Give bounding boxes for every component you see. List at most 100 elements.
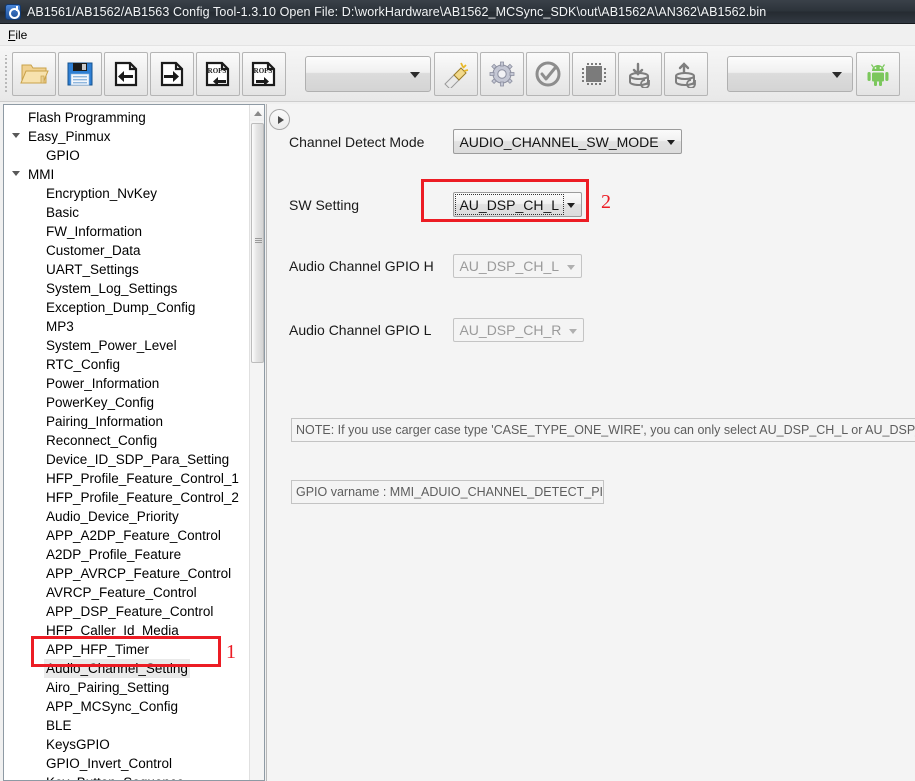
menu-item-file[interactable]: File [0, 26, 34, 44]
tree-item-avrcp-feature-control[interactable]: AVRCP_Feature_Control [4, 583, 250, 602]
tree-scroll-thumb[interactable] [251, 123, 264, 363]
tree-item-label: APP_DSP_Feature_Control [46, 604, 214, 619]
config-tree: Flash Programming Easy_Pinmux GPIO MMI Encry… [4, 105, 250, 780]
tree-item-label: RTC_Config [46, 357, 121, 372]
tree-item-pairing-information[interactable]: Pairing_Information [4, 412, 250, 431]
gear-icon [489, 61, 515, 86]
tree-item-gpio-invert-control[interactable]: GPIO_Invert_Control [4, 754, 250, 773]
tree-item-rtc-config[interactable]: RTC_Config [4, 355, 250, 374]
tree-item-label: System_Power_Level [46, 338, 177, 353]
tree-item-fw-information[interactable]: FW_Information [4, 222, 250, 241]
timer-button[interactable] [526, 51, 570, 96]
tree-item-label: System_Log_Settings [46, 281, 178, 296]
port-select[interactable] [305, 55, 431, 92]
export-button[interactable] [150, 51, 194, 96]
tree-item-encryption-nvkey[interactable]: Encryption_NvKey [4, 184, 250, 203]
tree-item-label: Customer_Data [46, 243, 141, 258]
expand-panel-button[interactable] [269, 109, 290, 130]
annotation-number-1: 1 [226, 641, 236, 663]
tree-item-label: APP_AVRCP_Feature_Control [46, 566, 232, 581]
tree-item-customer-data[interactable]: Customer_Data [4, 241, 250, 260]
tree-item-label: GPIO [46, 148, 80, 163]
settings-button[interactable] [480, 51, 524, 96]
open-file-button[interactable] [12, 51, 56, 96]
tree-item-label: Power_Information [46, 376, 160, 391]
window-title: AB1561/AB1562/AB1563 Config Tool-1.3.10 … [27, 4, 767, 19]
chevron-right-icon [277, 115, 284, 124]
tree-item-keysgpio[interactable]: KeysGPIO [4, 735, 250, 754]
field-channel-detect-mode: Channel Detect Mode AUDIO_CHANNEL_SW_MOD… [289, 129, 682, 154]
db-upload-icon [675, 61, 696, 88]
tree-item-label: A2DP_Profile_Feature [46, 547, 182, 562]
tree-item-label: Easy_Pinmux [28, 129, 111, 144]
tree-item-label: Device_ID_SDP_Para_Setting [46, 452, 230, 467]
tree-item-flash-programming[interactable]: Flash Programming [4, 108, 250, 127]
tree-item-powerkey-config[interactable]: PowerKey_Config [4, 393, 250, 412]
tree-item-uart-settings[interactable]: UART_Settings [4, 260, 250, 279]
chevron-down-icon [567, 265, 576, 270]
tree-item-label: HFP_Profile_Feature_Control_1 [46, 471, 239, 486]
save-floppy-icon [67, 62, 93, 85]
tree-item-hfp-profile-feature-control-2[interactable]: HFP_Profile_Feature_Control_2 [4, 488, 250, 507]
android-button[interactable] [856, 51, 900, 96]
read-flash-button[interactable] [618, 51, 662, 96]
channel-detect-mode-value: AUDIO_CHANNEL_SW_MODE [459, 133, 659, 150]
tree-item-basic[interactable]: Basic [4, 203, 250, 222]
save-file-button[interactable] [58, 51, 102, 96]
tree-item-label: PowerKey_Config [46, 395, 155, 410]
tree-item-label: Reconnect_Config [46, 433, 158, 448]
tree-scroll-up-button[interactable] [250, 105, 264, 121]
tree-item-easy-pinmux[interactable]: Easy_Pinmux [4, 127, 250, 146]
tree-item-system-power-level[interactable]: System_Power_Level [4, 336, 250, 355]
tree-item-key-button-sequence[interactable]: Key_Button_Sequence [4, 773, 250, 780]
tree-item-label: HFP_Profile_Feature_Control_2 [46, 490, 239, 505]
config-tree-panel: Flash Programming Easy_Pinmux GPIO MMI Encry… [3, 104, 265, 781]
tree-item-label: APP_MCSync_Config [46, 699, 179, 714]
write-flash-button[interactable] [664, 51, 708, 96]
rofs-export-button[interactable]: ROFS [242, 51, 286, 96]
tree-item-label: Airo_Pairing_Setting [46, 680, 170, 695]
tree-item-gpio[interactable]: GPIO [4, 146, 250, 165]
channel-detect-mode-select[interactable]: AUDIO_CHANNEL_SW_MODE [453, 129, 682, 154]
tree-item-app-a2dp-feature-control[interactable]: APP_A2DP_Feature_Control [4, 526, 250, 545]
android-icon [867, 63, 889, 86]
rofs-export-icon: ROFS [251, 61, 276, 86]
tree-item-label: Exception_Dump_Config [46, 300, 196, 315]
clock-check-icon [535, 61, 561, 86]
tree-item-label: APP_A2DP_Feature_Control [46, 528, 221, 543]
import-button[interactable] [104, 51, 148, 96]
toolbar-grip[interactable] [3, 54, 9, 93]
tree-expand-arrow[interactable] [12, 133, 20, 138]
tree-item-app-dsp-feature-control[interactable]: APP_DSP_Feature_Control [4, 602, 250, 621]
chip-button[interactable] [572, 51, 616, 96]
tree-item-system-log-settings[interactable]: System_Log_Settings [4, 279, 250, 298]
export-page-icon [160, 61, 184, 86]
tree-item-device-id-sdp-para-setting[interactable]: Device_ID_SDP_Para_Setting [4, 450, 250, 469]
tree-item-a2dp-profile-feature[interactable]: A2DP_Profile_Feature [4, 545, 250, 564]
menu-bar: File [0, 24, 915, 45]
tree-item-reconnect-config[interactable]: Reconnect_Config [4, 431, 250, 450]
tree-item-hfp-profile-feature-control-1[interactable]: HFP_Profile_Feature_Control_1 [4, 469, 250, 488]
device-select[interactable] [727, 55, 853, 92]
tree-item-airo-pairing-setting[interactable]: Airo_Pairing_Setting [4, 678, 250, 697]
svg-text:ROFS: ROFS [208, 67, 227, 75]
connect-button[interactable] [434, 51, 478, 96]
tree-item-ble[interactable]: BLE [4, 716, 250, 735]
tree-item-app-mcsync-config[interactable]: APP_MCSync_Config [4, 697, 250, 716]
tree-item-power-information[interactable]: Power_Information [4, 374, 250, 393]
import-page-icon [114, 61, 138, 86]
menu-file-rest: ile [15, 27, 28, 42]
audio-channel-gpio-l-value: AU_DSP_CH_R [459, 322, 562, 338]
field-label-channel-detect-mode: Channel Detect Mode [289, 133, 425, 150]
title-bar: AB1561/AB1562/AB1563 Config Tool-1.3.10 … [0, 0, 915, 24]
tree-item-mmi[interactable]: MMI [4, 165, 250, 184]
tree-scrollbar[interactable] [249, 105, 264, 780]
toolbar: ROFS ROFS [0, 45, 915, 102]
tree-item-mp3[interactable]: MP3 [4, 317, 250, 336]
rofs-import-button[interactable]: ROFS [196, 51, 240, 96]
rofs-import-icon: ROFS [205, 61, 230, 86]
tree-expand-arrow[interactable] [12, 171, 20, 176]
tree-item-exception-dump-config[interactable]: Exception_Dump_Config [4, 298, 250, 317]
tree-item-app-avrcp-feature-control[interactable]: APP_AVRCP_Feature_Control [4, 564, 250, 583]
tree-item-audio-device-priority[interactable]: Audio_Device_Priority [4, 507, 250, 526]
